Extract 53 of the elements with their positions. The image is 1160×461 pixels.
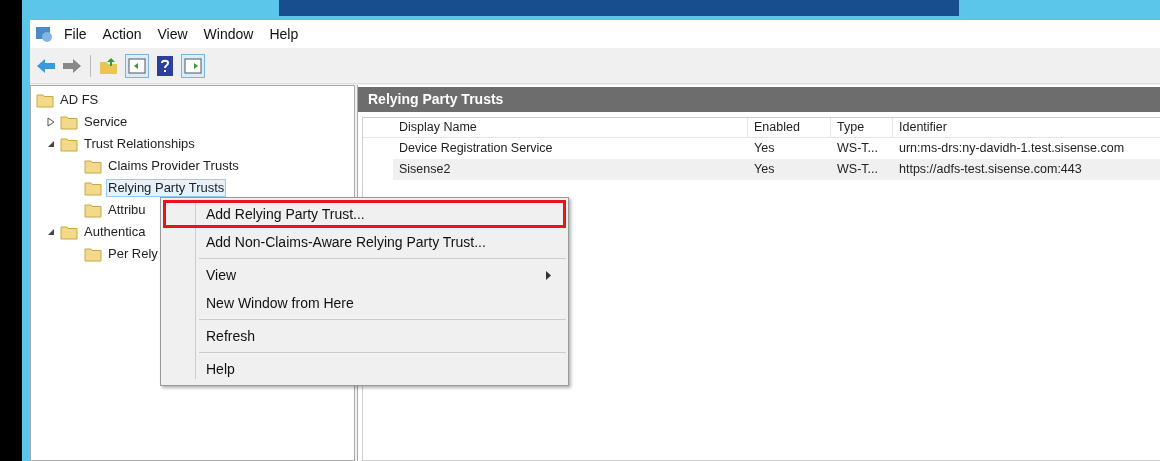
tree-item[interactable]: Relying Party Trusts — [106, 179, 227, 197]
collapsed-triangle-icon[interactable] — [47, 117, 55, 127]
folder-icon — [60, 114, 78, 130]
forward-arrow-icon[interactable] — [62, 57, 82, 74]
folder-icon — [60, 136, 78, 152]
tree-item[interactable]: AD FS — [58, 91, 101, 109]
back-arrow-icon[interactable] — [36, 57, 56, 74]
context-menu-item[interactable]: Refresh — [163, 322, 566, 350]
table-cell-text: Yes — [753, 140, 776, 158]
folder-icon — [84, 202, 102, 218]
context-menu-item[interactable]: New Window from Here — [163, 289, 566, 317]
context-menu-item[interactable]: Add Non-Claims-Aware Relying Party Trust... — [163, 228, 566, 256]
panel-title: Relying Party Trusts — [358, 87, 1160, 112]
menu-item[interactable]: Window — [197, 23, 260, 45]
expanded-triangle-icon[interactable] — [47, 228, 55, 236]
folder-up-icon[interactable] — [99, 56, 119, 75]
table-cell-text: urn:ms-drs:ny-davidh-1.test.sisense.com — [898, 140, 1126, 158]
context-menu-item[interactable]: Help — [163, 355, 566, 383]
app-icon — [34, 25, 54, 43]
table-cell-text: Sisense2 — [398, 161, 452, 179]
column-header[interactable]: Type — [831, 118, 893, 137]
menu-item[interactable]: File — [58, 23, 93, 45]
column-header[interactable]: Display Name — [393, 118, 748, 137]
context-menu-item[interactable]: View — [163, 261, 566, 289]
column-header[interactable]: Enabled — [748, 118, 831, 137]
action-pane-icon[interactable] — [181, 53, 205, 78]
table-row[interactable]: Sisense2 Yes WS-T... https://adfs-test.sisense.com:443 — [393, 159, 1160, 180]
menu-item[interactable]: View — [151, 23, 194, 45]
context-menu-item[interactable]: Add Relying Party Trust... — [163, 200, 566, 228]
help-icon[interactable] — [155, 54, 175, 77]
folder-icon — [84, 158, 102, 174]
table-cell-text: Yes — [753, 161, 776, 179]
table-cell-text: https://adfs-test.sisense.com:443 — [898, 161, 1083, 179]
folder-icon — [60, 224, 78, 240]
tree-item[interactable]: Attribu — [106, 201, 148, 219]
tree-item[interactable]: Claims Provider Trusts — [106, 157, 241, 175]
table-cell-text: WS-T... — [836, 140, 879, 158]
tree-item[interactable]: Authentica — [82, 223, 148, 241]
table-cell-text: Device Registration Service — [398, 140, 554, 158]
expanded-triangle-icon[interactable] — [47, 140, 55, 148]
tree-item[interactable]: Per Rely — [106, 245, 160, 263]
submenu-arrow-icon — [546, 270, 551, 280]
tree-item[interactable]: Trust Relationships — [82, 135, 197, 153]
folder-icon — [84, 180, 102, 196]
folder-icon — [36, 92, 54, 108]
tree-item[interactable]: Service — [82, 113, 130, 131]
column-header[interactable]: Identifier — [893, 118, 1160, 137]
table-row[interactable]: Device Registration Service Yes WS-T... urn:ms-drs:ny-davidh-1.test.sisense.com — [393, 138, 1160, 159]
menu-item[interactable]: Help — [263, 23, 305, 45]
folder-icon — [84, 246, 102, 262]
menu-item[interactable]: Action — [96, 23, 148, 45]
show-pane-icon[interactable] — [125, 53, 149, 78]
table-cell-text: WS-T... — [836, 161, 879, 179]
